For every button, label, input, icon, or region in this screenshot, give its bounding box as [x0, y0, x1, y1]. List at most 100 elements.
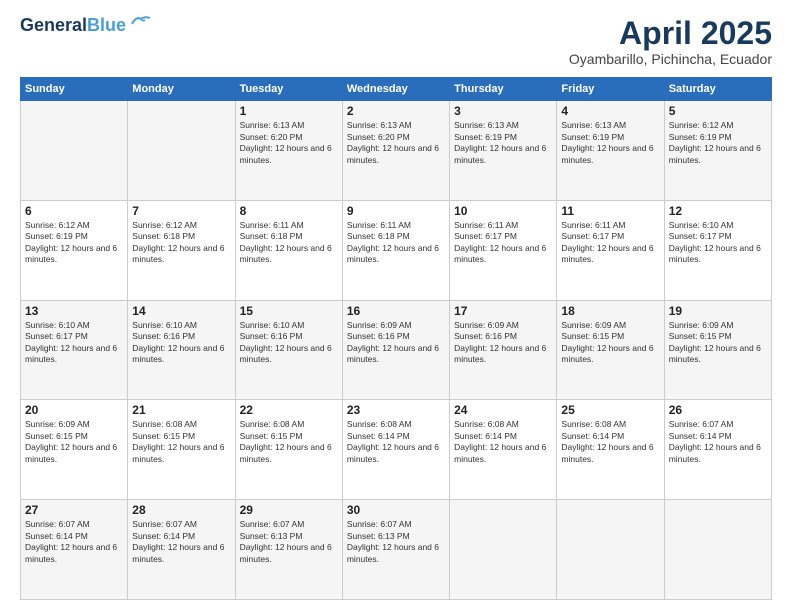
- cell-content: Sunrise: 6:08 AMSunset: 6:15 PMDaylight:…: [132, 419, 230, 465]
- calendar-cell: [21, 101, 128, 201]
- day-number: 30: [347, 503, 445, 517]
- calendar-cell: 1 Sunrise: 6:13 AMSunset: 6:20 PMDaylight…: [235, 101, 342, 201]
- calendar-cell: 28 Sunrise: 6:07 AMSunset: 6:14 PMDayligh…: [128, 500, 235, 600]
- day-number: 29: [240, 503, 338, 517]
- calendar-cell: 3Sunrise: 6:13 AMSunset: 6:19 PMDaylight…: [450, 101, 557, 201]
- calendar-cell: [128, 101, 235, 201]
- day-number: 2: [347, 104, 445, 118]
- day-number: 17: [454, 304, 552, 318]
- logo-text: GeneralBlue: [20, 16, 126, 36]
- day-number: 28: [132, 503, 230, 517]
- day-number: 11: [561, 204, 659, 218]
- calendar-cell: 6 Sunrise: 6:12 AMSunset: 6:19 PMDaylight…: [21, 200, 128, 300]
- cell-content: Sunrise: 6:09 AMSunset: 6:16 PMDaylight:…: [454, 320, 552, 366]
- day-number: 1: [240, 104, 338, 118]
- cell-content: Sunrise: 6:12 AMSunset: 6:19 PMDaylight:…: [25, 220, 123, 266]
- cell-content: Sunrise: 6:07 AMSunset: 6:14 PMDaylight:…: [132, 519, 230, 565]
- calendar-week-3: 13Sunrise: 6:10 AMSunset: 6:17 PMDayligh…: [21, 300, 772, 400]
- cell-content: Sunrise: 6:13 AMSunset: 6:19 PMDaylight:…: [454, 120, 552, 166]
- calendar-cell: 4 Sunrise: 6:13 AMSunset: 6:19 PMDaylight…: [557, 101, 664, 201]
- day-number: 15: [240, 304, 338, 318]
- cell-content: Sunrise: 6:08 AMSunset: 6:14 PMDaylight:…: [454, 419, 552, 465]
- day-number: 26: [669, 403, 767, 417]
- cell-content: Sunrise: 6:11 AMSunset: 6:18 PMDaylight:…: [347, 220, 445, 266]
- calendar-cell: 12Sunrise: 6:10 AMSunset: 6:17 PMDayligh…: [664, 200, 771, 300]
- cell-content: Sunrise: 6:11 AMSunset: 6:17 PMDaylight:…: [561, 220, 659, 266]
- calendar-cell: 8 Sunrise: 6:11 AMSunset: 6:18 PMDaylight…: [235, 200, 342, 300]
- cell-content: Sunrise: 6:11 AMSunset: 6:18 PMDaylight:…: [240, 220, 338, 266]
- day-number: 5: [669, 104, 767, 118]
- calendar-cell: 24 Sunrise: 6:08 AMSunset: 6:14 PMDayligh…: [450, 400, 557, 500]
- calendar-cell: 29Sunrise: 6:07 AMSunset: 6:13 PMDayligh…: [235, 500, 342, 600]
- calendar-cell: 30 Sunrise: 6:07 AMSunset: 6:13 PMDayligh…: [342, 500, 449, 600]
- day-number: 20: [25, 403, 123, 417]
- calendar-table: SundayMondayTuesdayWednesdayThursdayFrid…: [20, 77, 772, 600]
- header: GeneralBlue April 2025 Oyambarillo, Pich…: [20, 16, 772, 67]
- calendar-cell: 5 Sunrise: 6:12 AMSunset: 6:19 PMDaylight…: [664, 101, 771, 201]
- calendar-cell: 13Sunrise: 6:10 AMSunset: 6:17 PMDayligh…: [21, 300, 128, 400]
- cell-content: Sunrise: 6:10 AMSunset: 6:17 PMDaylight:…: [669, 220, 767, 266]
- calendar-week-2: 6 Sunrise: 6:12 AMSunset: 6:19 PMDaylight…: [21, 200, 772, 300]
- cell-content: Sunrise: 6:09 AMSunset: 6:16 PMDaylight:…: [347, 320, 445, 366]
- cell-content: Sunrise: 6:10 AMSunset: 6:16 PMDaylight:…: [132, 320, 230, 366]
- day-header-thursday: Thursday: [450, 78, 557, 101]
- calendar-cell: 2 Sunrise: 6:13 AMSunset: 6:20 PMDaylight…: [342, 101, 449, 201]
- day-number: 4: [561, 104, 659, 118]
- cell-content: Sunrise: 6:07 AMSunset: 6:13 PMDaylight:…: [347, 519, 445, 565]
- calendar-cell: [557, 500, 664, 600]
- day-number: 10: [454, 204, 552, 218]
- calendar-cell: 17 Sunrise: 6:09 AMSunset: 6:16 PMDayligh…: [450, 300, 557, 400]
- logo: GeneralBlue: [20, 16, 152, 36]
- calendar-week-5: 27 Sunrise: 6:07 AMSunset: 6:14 PMDayligh…: [21, 500, 772, 600]
- cell-content: Sunrise: 6:13 AMSunset: 6:20 PMDaylight:…: [240, 120, 338, 166]
- calendar-cell: 15Sunrise: 6:10 AMSunset: 6:16 PMDayligh…: [235, 300, 342, 400]
- cell-content: Sunrise: 6:08 AMSunset: 6:15 PMDaylight:…: [240, 419, 338, 465]
- calendar-cell: 10 Sunrise: 6:11 AMSunset: 6:17 PMDayligh…: [450, 200, 557, 300]
- calendar-cell: 21 Sunrise: 6:08 AMSunset: 6:15 PMDayligh…: [128, 400, 235, 500]
- cell-content: Sunrise: 6:09 AMSunset: 6:15 PMDaylight:…: [669, 320, 767, 366]
- calendar-week-4: 20Sunrise: 6:09 AMSunset: 6:15 PMDayligh…: [21, 400, 772, 500]
- cell-content: Sunrise: 6:08 AMSunset: 6:14 PMDaylight:…: [561, 419, 659, 465]
- day-number: 19: [669, 304, 767, 318]
- title-block: April 2025 Oyambarillo, Pichincha, Ecuad…: [569, 16, 772, 67]
- day-number: 14: [132, 304, 230, 318]
- cell-content: Sunrise: 6:10 AMSunset: 6:17 PMDaylight:…: [25, 320, 123, 366]
- cell-content: Sunrise: 6:08 AMSunset: 6:14 PMDaylight:…: [347, 419, 445, 465]
- day-number: 8: [240, 204, 338, 218]
- cell-content: Sunrise: 6:13 AMSunset: 6:19 PMDaylight:…: [561, 120, 659, 166]
- calendar-cell: 18Sunrise: 6:09 AMSunset: 6:15 PMDayligh…: [557, 300, 664, 400]
- day-number: 25: [561, 403, 659, 417]
- day-number: 22: [240, 403, 338, 417]
- calendar-cell: 25 Sunrise: 6:08 AMSunset: 6:14 PMDayligh…: [557, 400, 664, 500]
- calendar-cell: 19 Sunrise: 6:09 AMSunset: 6:15 PMDayligh…: [664, 300, 771, 400]
- day-number: 21: [132, 403, 230, 417]
- day-number: 6: [25, 204, 123, 218]
- cell-content: Sunrise: 6:07 AMSunset: 6:14 PMDaylight:…: [669, 419, 767, 465]
- location: Oyambarillo, Pichincha, Ecuador: [569, 51, 772, 67]
- day-number: 27: [25, 503, 123, 517]
- cell-content: Sunrise: 6:13 AMSunset: 6:20 PMDaylight:…: [347, 120, 445, 166]
- page: GeneralBlue April 2025 Oyambarillo, Pich…: [0, 0, 792, 612]
- calendar-cell: 27Sunrise: 6:07 AMSunset: 6:14 PMDayligh…: [21, 500, 128, 600]
- day-header-tuesday: Tuesday: [235, 78, 342, 101]
- cell-content: Sunrise: 6:09 AMSunset: 6:15 PMDaylight:…: [561, 320, 659, 366]
- month-title: April 2025: [569, 16, 772, 51]
- cell-content: Sunrise: 6:12 AMSunset: 6:19 PMDaylight:…: [669, 120, 767, 166]
- calendar-cell: [664, 500, 771, 600]
- day-number: 16: [347, 304, 445, 318]
- calendar-cell: 7Sunrise: 6:12 AMSunset: 6:18 PMDaylight…: [128, 200, 235, 300]
- day-number: 9: [347, 204, 445, 218]
- day-header-sunday: Sunday: [21, 78, 128, 101]
- calendar-cell: 22 Sunrise: 6:08 AMSunset: 6:15 PMDayligh…: [235, 400, 342, 500]
- calendar-cell: 26 Sunrise: 6:07 AMSunset: 6:14 PMDayligh…: [664, 400, 771, 500]
- calendar-cell: 14 Sunrise: 6:10 AMSunset: 6:16 PMDayligh…: [128, 300, 235, 400]
- calendar-cell: 9 Sunrise: 6:11 AMSunset: 6:18 PMDaylight…: [342, 200, 449, 300]
- calendar-week-1: 1 Sunrise: 6:13 AMSunset: 6:20 PMDaylight…: [21, 101, 772, 201]
- day-number: 24: [454, 403, 552, 417]
- cell-content: Sunrise: 6:11 AMSunset: 6:17 PMDaylight:…: [454, 220, 552, 266]
- day-header-monday: Monday: [128, 78, 235, 101]
- calendar-cell: 20Sunrise: 6:09 AMSunset: 6:15 PMDayligh…: [21, 400, 128, 500]
- cell-content: Sunrise: 6:12 AMSunset: 6:18 PMDaylight:…: [132, 220, 230, 266]
- calendar-cell: [450, 500, 557, 600]
- day-header-saturday: Saturday: [664, 78, 771, 101]
